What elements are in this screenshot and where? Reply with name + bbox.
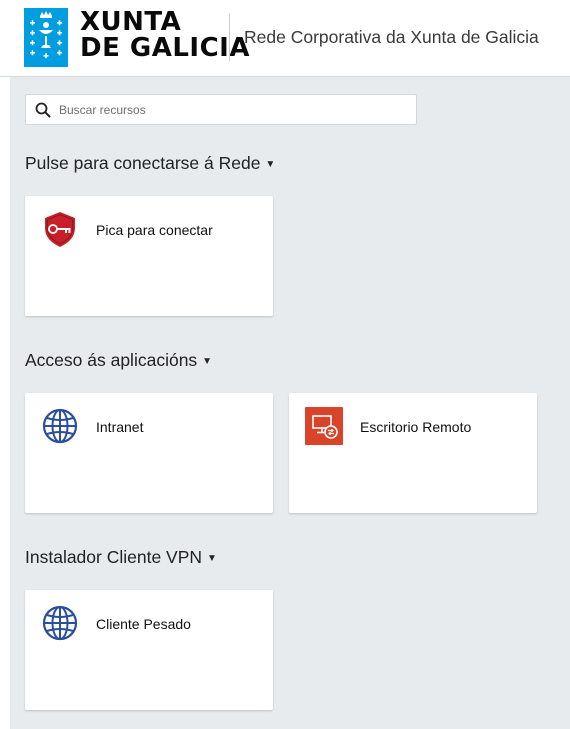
section-title-vpn-installer[interactable]: Instalador Cliente VPN ▼ bbox=[25, 547, 217, 568]
caret-down-icon: ▼ bbox=[207, 553, 217, 564]
section-title-network[interactable]: Pulse para conectarse á Rede ▼ bbox=[25, 153, 275, 174]
remote-desktop-icon bbox=[305, 407, 343, 445]
tile-remote-desktop[interactable]: Escritorio Remoto bbox=[289, 393, 537, 513]
page: XUNTA DE GALICIA Rede Corporativa da Xun… bbox=[0, 0, 570, 729]
xunta-logo-badge bbox=[24, 8, 68, 67]
page-title: Rede Corporativa da Xunta de Galicia bbox=[244, 27, 539, 47]
tile-label: Intranet bbox=[96, 419, 144, 435]
section-title-applications[interactable]: Acceso ás aplicacións ▼ bbox=[25, 350, 212, 371]
section-title-label: Instalador Cliente VPN bbox=[25, 547, 203, 567]
galicia-emblem-icon bbox=[24, 8, 68, 67]
tile-label: Cliente Pesado bbox=[96, 616, 191, 632]
header-divider bbox=[229, 13, 230, 61]
logo-line-2: DE GALICIA bbox=[80, 33, 250, 63]
caret-down-icon: ▼ bbox=[265, 159, 276, 170]
tile-label: Escritorio Remoto bbox=[360, 419, 472, 435]
header: XUNTA DE GALICIA Rede Corporativa da Xun… bbox=[0, 0, 570, 77]
tile-label: Pica para conectar bbox=[96, 222, 213, 238]
globe-icon bbox=[42, 605, 78, 641]
section-title-label: Pulse para conectarse á Rede bbox=[25, 153, 261, 173]
search-box[interactable] bbox=[25, 94, 417, 125]
caret-down-icon: ▼ bbox=[202, 356, 213, 367]
logo-line-1: XUNTA bbox=[80, 7, 182, 37]
main-content: Pulse para conectarse á Rede ▼ Pica para … bbox=[10, 77, 570, 729]
tile-intranet[interactable]: Intranet bbox=[25, 393, 273, 513]
search-input[interactable] bbox=[59, 100, 399, 120]
tile-connect[interactable]: Pica para conectar bbox=[25, 196, 273, 316]
section-title-label: Acceso ás aplicacións bbox=[25, 350, 198, 370]
globe-icon bbox=[42, 408, 78, 444]
search-icon bbox=[35, 102, 51, 118]
shield-key-icon bbox=[45, 212, 75, 247]
tile-vpn-client[interactable]: Cliente Pesado bbox=[25, 590, 273, 710]
